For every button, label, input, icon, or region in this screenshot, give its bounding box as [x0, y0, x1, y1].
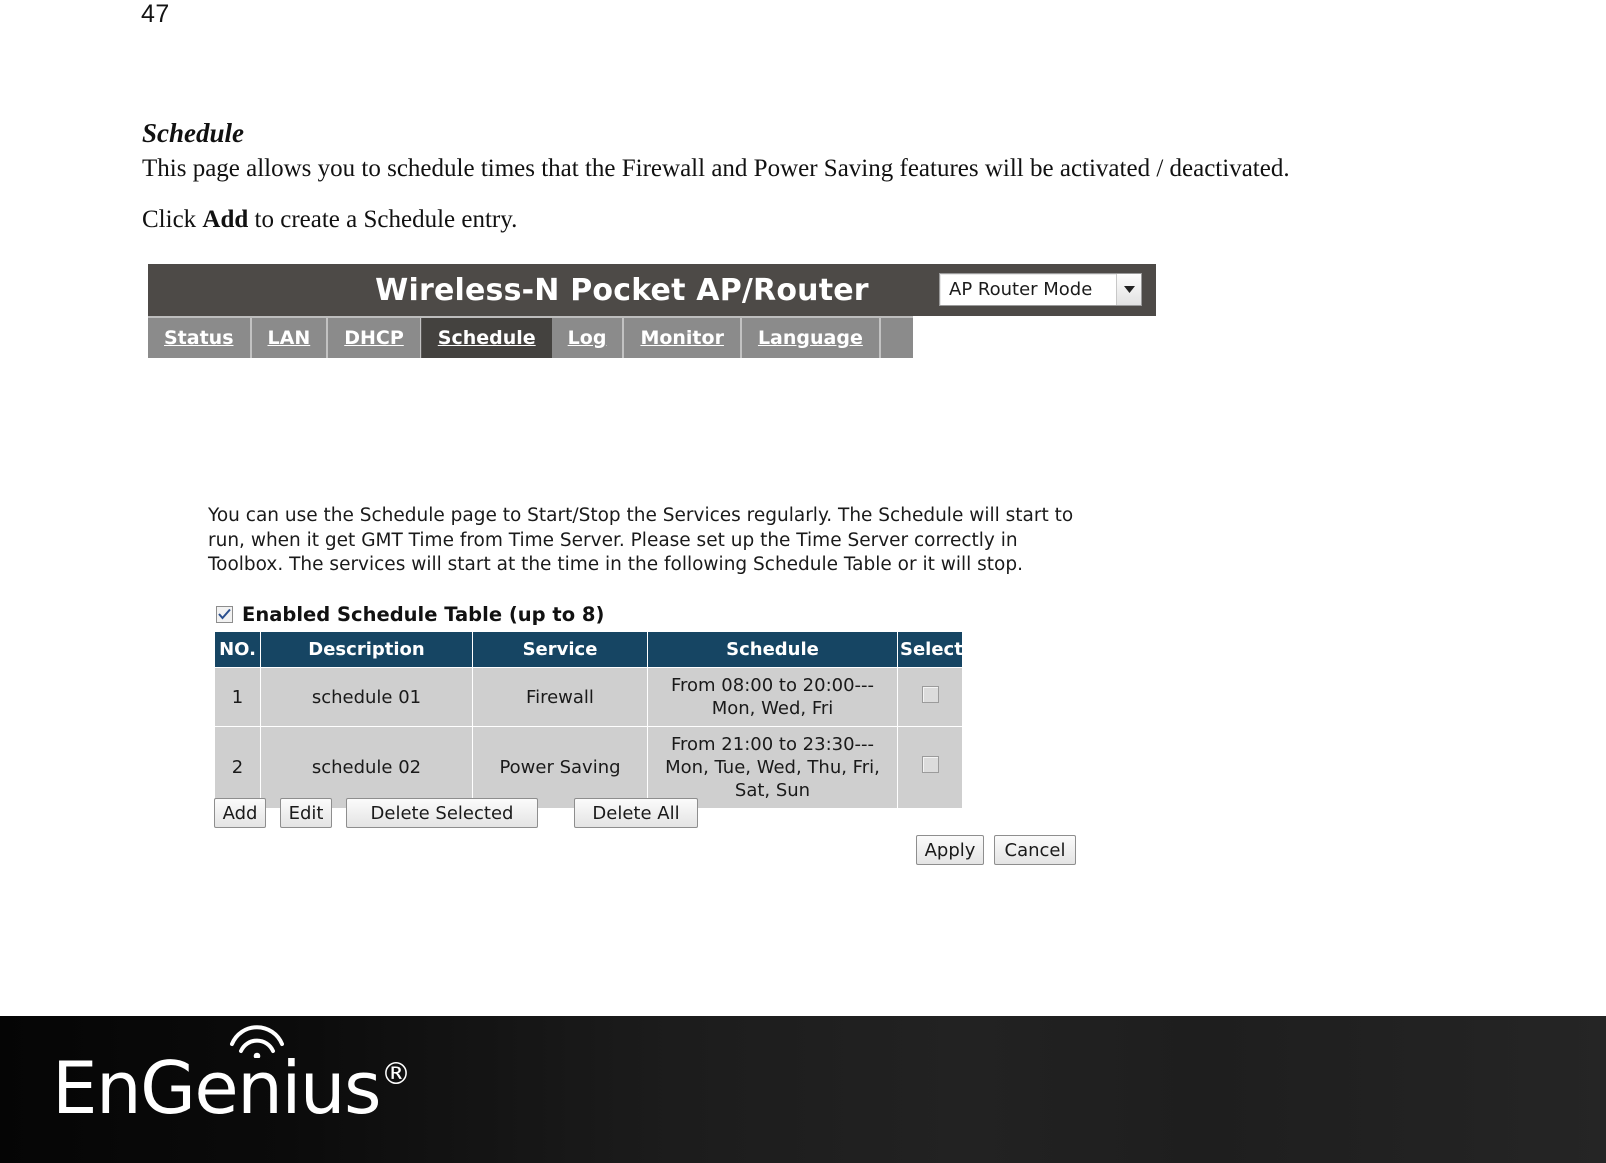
engenius-logo: EnGenius ® [52, 1025, 411, 1130]
router-admin-screenshot: Wireless-N Pocket AP/Router AP Router Mo… [148, 264, 1156, 865]
column-header-no: NO. [214, 631, 261, 668]
tab-schedule[interactable]: Schedule [421, 318, 552, 358]
router-product-title: Wireless-N Pocket AP/Router [375, 272, 869, 308]
table-row: 2 schedule 02 Power Saving From 21:00 to… [214, 726, 963, 810]
row-select-checkbox[interactable] [921, 685, 939, 703]
tab-status[interactable]: Status [148, 318, 252, 358]
cell-schedule: From 08:00 to 20:00---Mon, Wed, Fri [647, 666, 898, 728]
router-nav-bar: Status LAN DHCP Schedule Log Monitor Lan… [148, 316, 913, 358]
operation-mode-value: AP Router Mode [949, 279, 1093, 300]
cell-service: Power Saving [472, 726, 648, 810]
tab-lan[interactable]: LAN [252, 318, 329, 358]
wifi-signal-icon [228, 1022, 286, 1058]
schedule-description: You can use the Schedule page to Start/S… [208, 505, 1074, 576]
instruction-paragraph: Click Add to create a Schedule entry. [142, 206, 517, 234]
table-row: 1 schedule 01 Firewall From 08:00 to 20:… [214, 666, 963, 728]
instruction-bold-add: Add [202, 206, 249, 233]
delete-all-button[interactable]: Delete All [574, 798, 698, 828]
cell-description: schedule 01 [260, 666, 473, 728]
chevron-down-icon [1116, 274, 1141, 305]
cell-select [897, 726, 963, 810]
cancel-button[interactable]: Cancel [994, 835, 1076, 865]
add-button[interactable]: Add [214, 798, 266, 828]
edit-button[interactable]: Edit [280, 798, 332, 828]
cell-description: schedule 02 [260, 726, 473, 810]
cell-no: 2 [214, 726, 261, 810]
column-header-service: Service [472, 631, 648, 668]
intro-paragraph: This page allows you to schedule times t… [142, 155, 1290, 182]
tab-monitor[interactable]: Monitor [624, 318, 742, 358]
enabled-schedule-checkbox[interactable] [216, 606, 233, 623]
instruction-prefix: Click [142, 206, 203, 233]
cell-no: 1 [214, 666, 261, 728]
tab-log[interactable]: Log [552, 318, 625, 358]
column-header-schedule: Schedule [647, 631, 898, 668]
tab-dhcp[interactable]: DHCP [328, 318, 422, 358]
column-header-description: Description [260, 631, 473, 668]
cell-schedule: From 21:00 to 23:30---Mon, Tue, Wed, Thu… [647, 726, 898, 810]
operation-mode-select[interactable]: AP Router Mode [939, 273, 1142, 306]
page-footer: EnGenius ® [0, 1016, 1606, 1163]
page-title: Schedule [142, 118, 245, 148]
registered-trademark-mark: ® [381, 1057, 411, 1092]
enabled-schedule-label: Enabled Schedule Table (up to 8) [242, 603, 605, 626]
delete-selected-button[interactable]: Delete Selected [346, 798, 538, 828]
enabled-schedule-table-row[interactable]: Enabled Schedule Table (up to 8) [216, 603, 604, 626]
cell-service: Firewall [472, 666, 648, 728]
form-action-buttons: Apply Cancel [916, 835, 1076, 865]
page-number: 47 [141, 0, 170, 28]
table-action-buttons: Add Edit Delete Selected Delete All [214, 798, 698, 828]
table-header-row: NO. Description Service Schedule Select [214, 631, 963, 668]
cell-select [897, 666, 963, 728]
schedule-table: NO. Description Service Schedule Select … [214, 631, 963, 810]
brand-wordmark: EnGenius [52, 1046, 382, 1130]
router-page-body: You can use the Schedule page to Start/S… [148, 358, 1156, 865]
router-title-bar: Wireless-N Pocket AP/Router AP Router Mo… [148, 264, 1156, 316]
row-select-checkbox[interactable] [921, 756, 939, 774]
apply-button[interactable]: Apply [916, 835, 984, 865]
instruction-suffix: to create a Schedule entry. [248, 206, 518, 233]
column-header-select: Select [897, 631, 963, 668]
tab-language[interactable]: Language [742, 318, 881, 358]
